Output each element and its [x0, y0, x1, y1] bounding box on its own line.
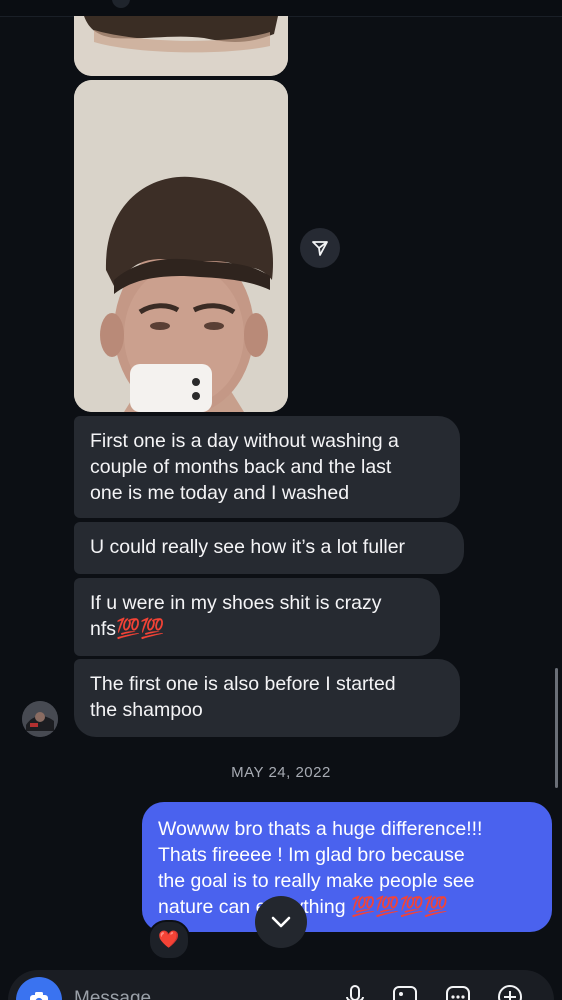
- sticker-icon[interactable]: [443, 982, 473, 1000]
- received-message[interactable]: If u were in my shoes shit is crazy nfs💯…: [74, 578, 440, 656]
- chevron-down-icon: [271, 916, 291, 928]
- header-edge: [112, 0, 130, 8]
- send-forward-icon: [312, 241, 328, 256]
- photo-after-image: [74, 80, 288, 412]
- message-text: Wowww bro thats a huge difference!!! Tha…: [158, 818, 483, 918]
- dm-thread-screen: First one is a day without washing a cou…: [0, 0, 562, 1000]
- received-message[interactable]: The first one is also before I started t…: [74, 659, 460, 737]
- date-separator: MAY 24, 2022: [231, 764, 331, 781]
- photo-before-image: [74, 16, 288, 76]
- received-message[interactable]: U could really see how it’s a lot fuller: [74, 522, 464, 574]
- camera-icon: [30, 992, 48, 1000]
- sent-message[interactable]: Wowww bro thats a huge difference!!! Tha…: [142, 802, 552, 932]
- message-text: U could really see how it’s a lot fuller: [90, 536, 406, 558]
- header-strip: [0, 0, 562, 17]
- received-message[interactable]: First one is a day without washing a cou…: [74, 416, 460, 518]
- shared-photo-before[interactable]: [74, 16, 288, 76]
- microphone-icon[interactable]: [340, 982, 370, 1000]
- message-text: First one is a day without washing a cou…: [90, 430, 399, 504]
- message-text: The first one is also before I started t…: [90, 673, 396, 721]
- plus-circle-icon[interactable]: [495, 982, 525, 1000]
- scrollbar[interactable]: [555, 668, 558, 788]
- avatar-image: [22, 701, 58, 737]
- shared-photo-after[interactable]: [74, 80, 288, 412]
- gallery-icon[interactable]: [390, 982, 420, 1000]
- heart-icon: ❤️: [158, 930, 180, 949]
- scroll-to-bottom-button[interactable]: [255, 896, 307, 948]
- message-text: If u were in my shoes shit is crazy nfs💯…: [90, 592, 382, 640]
- forward-button[interactable]: [300, 228, 340, 268]
- sender-avatar[interactable]: [22, 701, 58, 737]
- heart-reaction[interactable]: ❤️: [148, 920, 190, 960]
- message-input[interactable]: [72, 986, 316, 1000]
